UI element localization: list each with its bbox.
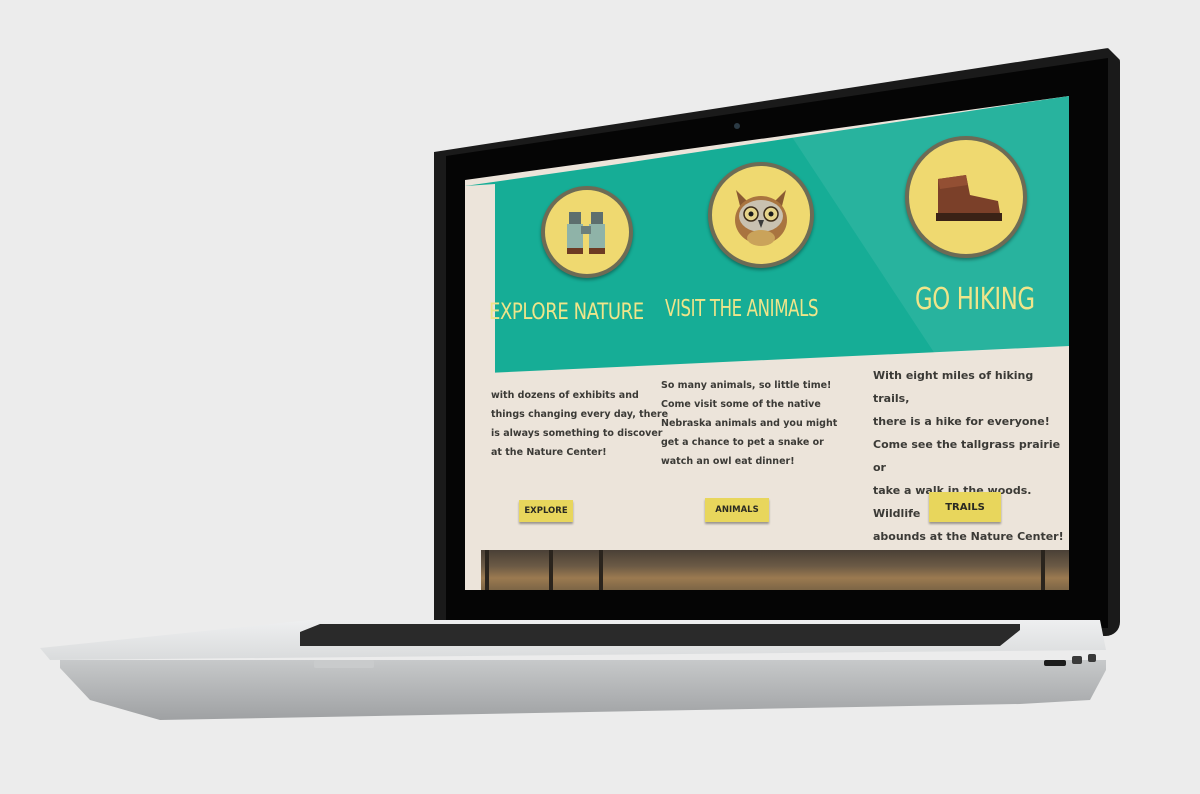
animals-column: VISIT THE ANIMALS	[661, 162, 861, 322]
hiking-heading: GO HIKING	[915, 282, 1035, 317]
sd-slot	[1044, 660, 1066, 666]
laptop-mockup: EXPLORE NATURE with dozens of exhibits a…	[0, 0, 1200, 794]
hiking-column: GO HIKING	[869, 136, 1069, 317]
binoculars-icon	[567, 212, 605, 254]
webcam	[734, 123, 740, 129]
tree-trunk	[599, 550, 603, 590]
tree-trunk	[485, 550, 489, 590]
nature-photo	[481, 550, 1069, 590]
hiking-boot-icon	[936, 175, 1002, 221]
explore-heading: EXPLORE NATURE	[489, 300, 644, 325]
hiking-icon-circle	[905, 136, 1027, 258]
tree-trunk	[1041, 550, 1045, 590]
website-screen: EXPLORE NATURE with dozens of exhibits a…	[465, 96, 1069, 590]
trails-button[interactable]: TRAILS	[929, 492, 1001, 522]
explore-button[interactable]: EXPLORE	[519, 500, 573, 522]
tree-trunk	[549, 550, 553, 590]
animals-button[interactable]: ANIMALS	[705, 498, 769, 522]
owl-icon	[735, 190, 787, 246]
usb-port	[1072, 656, 1082, 664]
trackpad-notch	[314, 660, 374, 668]
explore-icon-circle	[541, 186, 633, 278]
explore-text: with dozens of exhibits and things chang…	[491, 390, 669, 458]
animals-icon-circle	[708, 162, 814, 268]
laptop-base-front	[60, 660, 1106, 720]
keyboard	[300, 624, 1020, 646]
thunderbolt-port	[1088, 654, 1096, 662]
animals-text: So many animals, so little time! Come vi…	[661, 380, 838, 467]
animals-heading: VISIT THE ANIMALS	[665, 296, 819, 322]
explore-column: EXPLORE NATURE	[487, 186, 687, 325]
